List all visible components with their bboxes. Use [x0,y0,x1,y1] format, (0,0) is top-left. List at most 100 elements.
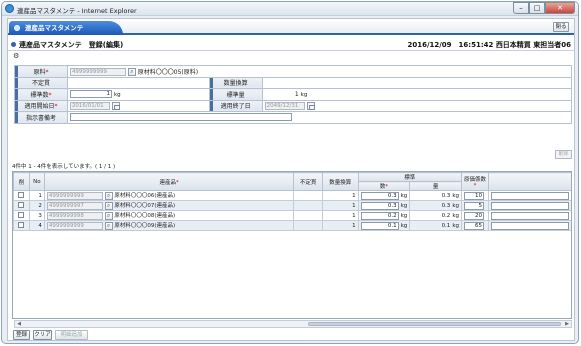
delete-button[interactable]: 削除 [555,150,572,159]
extra-input[interactable] [490,201,569,210]
row-suryo: 1 [322,200,359,211]
row-su: 0.3 kg [357,190,411,201]
su-input[interactable]: 0.3 [360,191,399,200]
row-extra [487,210,571,221]
start-date-input[interactable]: 2016/01/01 [69,101,110,110]
row-fuyou [293,190,323,201]
product-code-input[interactable]: 4999999999 [46,221,103,230]
register-button[interactable]: 登録 [13,330,30,340]
row-no: 4 [28,220,45,231]
table-row: 1 4999999999 ⌕ 原材料〇〇〇06(連産品) 1 0.3 kg 0.3… [13,190,571,201]
row-product: 4999999999 ⌕ 原材料〇〇〇09(連産品) [43,220,295,231]
su-input[interactable]: 0.2 [360,211,399,220]
row-su: 0.1 kg [357,220,411,231]
scroll-thumb[interactable] [308,322,561,326]
calendar-icon[interactable] [111,101,120,110]
row-fuyou [293,210,323,221]
row-checkbox[interactable] [18,192,25,199]
row-no: 2 [28,200,45,211]
table-row: 3 4999999998 ⌕ 原材料〇〇〇08(連産品) 1 0.2 kg 0.2… [13,210,571,221]
hyojun-su-cell: 1 kg [66,88,210,101]
col-no: No [28,172,45,191]
record-count: 4件中 1 - 4件を表示しています。( 1 / 1 ) [12,164,116,170]
horizontal-scrollbar[interactable]: ◀ ▶ [14,320,572,328]
suryo-label: 数量換算 [208,76,263,89]
search-icon[interactable]: ⌕ [104,201,113,210]
genryo-name: 原材料〇〇〇05(原料) [137,68,199,76]
ie-logo-icon [5,4,14,13]
product-name: 原材料〇〇〇06(連産品) [114,193,176,200]
col-del: 削 [13,172,30,191]
tab-dot-icon [14,25,20,31]
product-code-input[interactable]: 4999999999 [46,191,103,200]
add-detail-button[interactable]: 明細追加 [55,330,88,340]
col-suryo: 数量換算 [322,172,359,191]
calendar-icon[interactable] [306,101,315,110]
row-extra [487,190,571,201]
row-extra [487,200,571,211]
genka-input[interactable]: 65 [464,221,484,230]
row-checkbox[interactable] [18,212,25,219]
search-icon[interactable]: ⌕ [104,191,113,200]
row-checkbox[interactable] [18,222,25,229]
col-su: 数* [357,181,411,191]
header-form: 原料* 4999999999 ⌕ 原材料〇〇〇05(原料) 不定貫 数量換算 標… [14,65,573,124]
end-date-input[interactable]: 2049/12/31 [264,101,305,110]
product-code-input[interactable]: 4999999997 [46,201,103,210]
tab-renhin-master[interactable]: 連産品マスタメンテ [9,21,123,35]
row-genka: 5 [461,200,489,211]
su-input[interactable]: 0.3 [360,201,399,210]
table-row: 4 4999999999 ⌕ 原材料〇〇〇09(連産品) 1 0.1 kg 0.1… [13,220,571,231]
genka-input[interactable]: 10 [464,191,484,200]
row-suryo: 1 [322,190,359,201]
row-product: 4999999999 ⌕ 原材料〇〇〇06(連産品) [43,190,295,201]
hyojun-ryo-value: 1 [294,90,299,98]
product-name: 原材料〇〇〇09(連産品) [114,223,176,230]
hyojun-su-label: 標準数* [14,88,68,101]
col-extra [487,172,571,191]
row-product: 4999999998 ⌕ 原材料〇〇〇08(連産品) [43,210,295,221]
extra-input[interactable] [490,191,569,200]
row-ryo: 0.2 kg [409,210,462,221]
su-input[interactable]: 0.1 [360,221,399,230]
user-name: 西日本精買 東担当者06 [495,41,571,49]
col-product: 連産品* [43,172,295,191]
row-checkbox[interactable] [18,202,25,209]
title-bar: 連産品マスタメンテ - Internet Explorer – □ ✕ [2,2,578,16]
datetime: 2016/12/09 16:51:42 [407,41,494,49]
genka-input[interactable]: 20 [464,211,484,220]
bullet-icon [11,42,16,47]
product-code-input[interactable]: 4999999998 [46,211,103,220]
search-icon[interactable]: ⌕ [104,221,113,230]
end-date-label: 適用終了日 [208,99,263,112]
extra-input[interactable] [490,211,569,220]
row-product: 4999999997 ⌕ 原材料〇〇〇07(連産品) [43,200,295,211]
clear-button[interactable]: クリア [33,330,52,340]
col-genka: 原価係数* [461,172,489,191]
scroll-right-icon[interactable]: ▶ [563,321,571,327]
row-fuyou [293,220,323,231]
search-icon[interactable]: ⌕ [104,211,113,220]
shiji-input[interactable] [69,113,292,122]
hyojun-su-input[interactable]: 1 [69,90,112,99]
row-ryo: 0.1 kg [409,220,462,231]
browser-window: 連産品マスタメンテ - Internet Explorer – □ ✕ 連産品マ… [1,1,579,344]
gear-icon[interactable]: ⚙ [13,53,20,60]
hyojun-ryo-label: 標準量 [208,88,263,101]
hyojun-ryo-cell: 1 kg [261,88,573,101]
genryo-cell: 4999999999 ⌕ 原材料〇〇〇05(原料) [66,65,573,78]
row-extra [487,220,571,231]
row-genka: 10 [461,190,489,201]
page-content: 連産品マスタメンテ 閉る 連産品マスタメンテ 登録(編集) 2016/12/09… [7,18,575,341]
search-icon[interactable]: ⌕ [127,68,136,76]
maximize-button[interactable]: □ [529,2,545,14]
minimize-button[interactable]: – [513,2,529,14]
close-button[interactable]: 閉る [553,22,569,32]
genka-input[interactable]: 5 [464,201,484,210]
scroll-left-icon[interactable]: ◀ [15,321,23,327]
shiji-label: 指示書備考 [14,111,68,124]
extra-input[interactable] [490,221,569,230]
genryo-code-input[interactable]: 4999999999 [69,68,126,76]
suryo-value [261,76,573,89]
window-close-button[interactable]: ✕ [545,2,575,14]
